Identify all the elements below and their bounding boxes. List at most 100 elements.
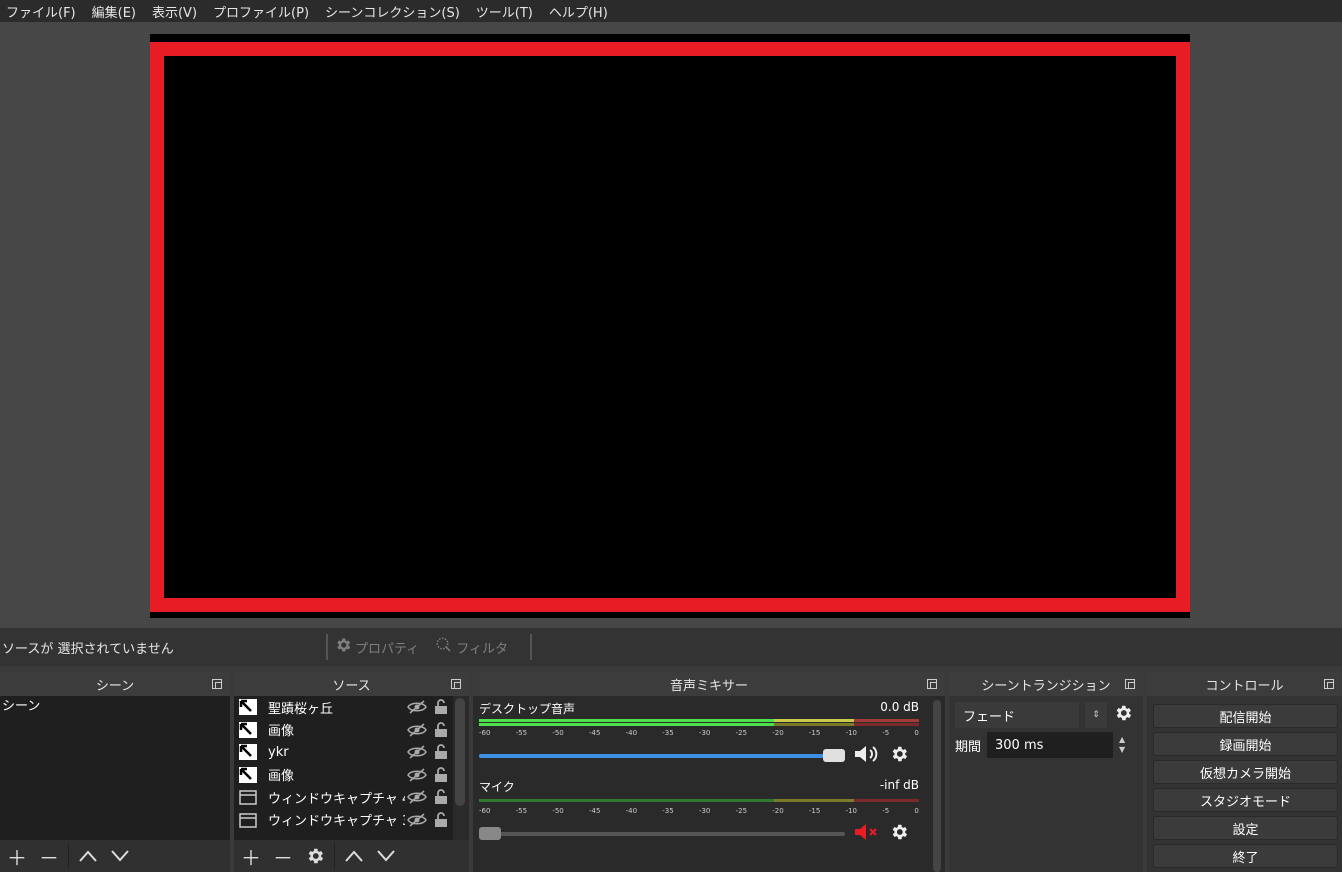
gear-icon[interactable] xyxy=(889,744,909,768)
menu-profile[interactable]: プロファイル(P) xyxy=(207,2,319,21)
unlock-icon[interactable] xyxy=(429,699,453,715)
meter-tick-label: -55 xyxy=(515,729,528,737)
move-down-button[interactable] xyxy=(373,843,399,869)
undock-icon[interactable] xyxy=(1324,679,1334,689)
duration-stepper-icon[interactable]: ▲ ▼ xyxy=(1119,735,1125,755)
meter-tick-label: -25 xyxy=(735,807,748,815)
footer-separator xyxy=(68,843,69,869)
scenes-footer: ＋ － xyxy=(0,840,230,872)
undock-icon[interactable] xyxy=(927,679,937,689)
source-item[interactable]: 聖蹟桜ヶ丘 xyxy=(234,696,453,719)
add-source-button[interactable]: ＋ xyxy=(238,843,264,870)
scenes-list[interactable]: シーン xyxy=(0,696,230,840)
unlock-icon[interactable] xyxy=(429,811,453,828)
transitions-title: シーントランジション xyxy=(981,678,1111,694)
visibility-hidden-icon[interactable] xyxy=(405,813,429,827)
move-up-button[interactable] xyxy=(75,843,101,869)
start-virtual-camera-button[interactable]: 仮想カメラ開始 xyxy=(1153,760,1338,784)
meter-tick-label: -5 xyxy=(882,807,890,815)
transition-select[interactable]: フェード xyxy=(955,702,1079,728)
preview-area[interactable] xyxy=(0,22,1342,628)
sources-title-bar: ソース xyxy=(234,672,469,696)
settings-button[interactable]: 設定 xyxy=(1153,816,1338,840)
menu-help[interactable]: ヘルプ(H) xyxy=(543,2,618,21)
unlock-icon[interactable] xyxy=(429,744,453,760)
visibility-hidden-icon[interactable] xyxy=(405,700,429,714)
menu-tools[interactable]: ツール(T) xyxy=(470,2,543,21)
scene-item[interactable]: シーン xyxy=(0,696,230,718)
source-item[interactable]: 画像 xyxy=(234,719,453,742)
channel-name: デスクトップ音声 xyxy=(479,702,576,716)
sources-dock: ソース 聖蹟桜ヶ丘 画像 ykr 画像 ウィンドウキャプチャ 4 ウィンドウキャプチャ 3… xyxy=(234,672,469,872)
controls-title: コントロール xyxy=(1205,678,1284,694)
source-item[interactable]: ウィンドウキャプチャ 3 xyxy=(234,809,453,832)
volume-slider[interactable] xyxy=(479,749,845,762)
visibility-hidden-icon[interactable] xyxy=(405,768,429,782)
window-capture-icon xyxy=(238,788,258,806)
visibility-hidden-icon[interactable] xyxy=(405,723,429,737)
exit-button[interactable]: 終了 xyxy=(1153,844,1338,868)
channel-level: 0.0 dB xyxy=(880,700,919,714)
menu-edit[interactable]: 編集(E) xyxy=(86,2,146,21)
meter-tick-label: -15 xyxy=(808,807,821,815)
visibility-hidden-icon[interactable] xyxy=(405,790,429,804)
mixer-body: デスクトップ音声 0.0 dB -60 -55 -50 -45 -40 -35 -30 -25… xyxy=(473,696,931,872)
menu-view[interactable]: 表示(V) xyxy=(146,2,207,21)
start-streaming-button[interactable]: 配信開始 xyxy=(1153,704,1338,728)
speaker-muted-icon[interactable] xyxy=(853,821,881,847)
source-properties-button[interactable] xyxy=(302,843,328,869)
unlock-icon[interactable] xyxy=(429,766,453,783)
add-scene-button[interactable]: ＋ xyxy=(4,843,30,870)
meter-tick-label: -20 xyxy=(772,807,784,815)
preview-canvas[interactable] xyxy=(150,34,1190,618)
meter-tick-label: -5 xyxy=(882,729,890,737)
unlock-icon[interactable] xyxy=(429,721,453,738)
filters-label: フィルタ xyxy=(456,641,508,657)
start-recording-button[interactable]: 録画開始 xyxy=(1153,732,1338,756)
source-name: 聖蹟桜ヶ丘 xyxy=(268,701,334,717)
image-source-icon xyxy=(238,766,258,784)
meter-tick-label: -45 xyxy=(588,729,601,737)
volume-meter xyxy=(479,797,919,805)
studio-mode-button[interactable]: スタジオモード xyxy=(1153,788,1338,812)
scenes-title-bar: シーン xyxy=(0,672,230,696)
properties-button[interactable]: プロパティ xyxy=(334,636,419,658)
move-down-button[interactable] xyxy=(107,843,133,869)
sources-footer: ＋ － xyxy=(234,840,469,872)
meter-ticks: -60 -55 -50 -45 -40 -35 -30 -25 -20 -15 -10 -5 0 xyxy=(479,807,919,815)
visibility-hidden-icon[interactable] xyxy=(405,745,429,759)
source-item[interactable]: ウィンドウキャプチャ 4 xyxy=(234,786,453,809)
menu-file[interactable]: ファイル(F) xyxy=(0,2,86,21)
source-item[interactable]: 画像 xyxy=(234,764,453,787)
sources-scrollbar[interactable] xyxy=(455,698,465,806)
source-item[interactable]: ykr xyxy=(234,741,453,764)
image-source-icon xyxy=(238,743,258,761)
select-spinner-icon[interactable]: ⇕ xyxy=(1085,702,1107,728)
scenes-title: シーン xyxy=(95,678,135,694)
window-capture-icon xyxy=(238,811,258,829)
move-up-button[interactable] xyxy=(341,843,367,869)
undock-icon[interactable] xyxy=(1125,679,1135,689)
image-source-icon xyxy=(238,721,258,739)
meter-tick-label: -30 xyxy=(698,807,711,815)
volume-handle[interactable] xyxy=(823,749,845,762)
volume-slider[interactable] xyxy=(479,827,845,840)
filters-button[interactable]: フィルタ xyxy=(435,636,508,658)
sources-list[interactable]: 聖蹟桜ヶ丘 画像 ykr 画像 ウィンドウキャプチャ 4 ウィンドウキャプチャ 3 xyxy=(234,696,453,840)
transitions-dock: シーントランジション フェード ⇕ 期間 300 ms ▲ ▼ xyxy=(949,672,1143,872)
duration-input[interactable]: 300 ms xyxy=(987,732,1114,758)
unlock-icon[interactable] xyxy=(429,789,453,805)
undock-icon[interactable] xyxy=(212,679,222,689)
speaker-icon[interactable] xyxy=(853,743,881,769)
remove-source-button[interactable]: － xyxy=(270,843,296,870)
mixer-scrollbar[interactable] xyxy=(933,700,941,872)
gear-icon[interactable] xyxy=(889,822,909,846)
gear-icon[interactable] xyxy=(1113,703,1133,727)
remove-scene-button[interactable]: － xyxy=(36,843,62,870)
menu-scene-collection[interactable]: シーンコレクション(S) xyxy=(319,2,470,21)
no-source-label: ソースが 選択されていません xyxy=(2,641,174,657)
image-source-icon xyxy=(238,698,258,716)
meter-tick-label: -40 xyxy=(625,729,638,737)
undock-icon[interactable] xyxy=(451,679,461,689)
volume-handle[interactable] xyxy=(479,827,501,840)
